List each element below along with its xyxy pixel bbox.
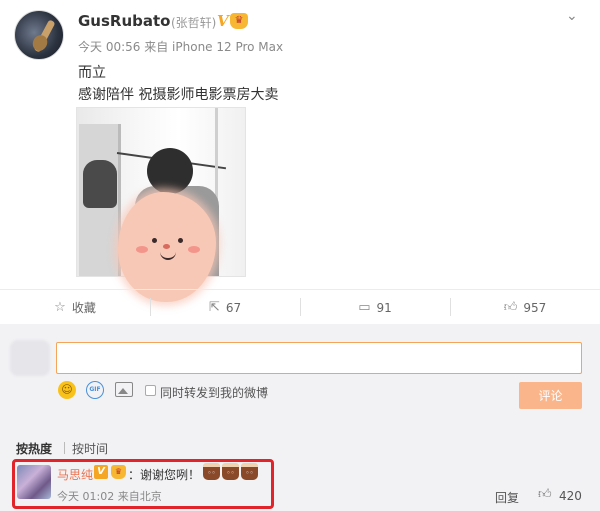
comment-meta: 今天 01:02 来自北京 [57,488,162,504]
repost-checkbox[interactable] [145,385,156,396]
verified-badge-icon: V [217,12,229,30]
member-crown-icon: ♛ [111,465,126,479]
thumb-up-icon[interactable]: 👍︎ [538,487,552,502]
repost-button[interactable]: ⇱ 67 [150,290,300,325]
favorite-button[interactable]: ☆ 收藏 [0,290,150,325]
repost-count: 67 [225,300,242,315]
comment-input[interactable] [56,342,582,374]
thumb-up-icon: 👍︎ [503,300,518,315]
favorite-label: 收藏 [71,301,96,315]
member-crown-icon: ♛ [230,13,248,29]
verified-badge-icon: V [94,465,108,479]
post-meta: 今天 00:56 来自 iPhone 12 Pro Max [78,38,283,55]
comment-text: ：谢谢您咧！ [128,468,201,482]
post-text-line2: 感谢陪伴 祝摄影师电影票房大卖 [78,87,279,103]
image-icon[interactable] [115,382,133,397]
comment-count: 91 [376,300,392,315]
gif-icon[interactable]: GIF [86,381,104,399]
submit-comment-button[interactable]: 评论 [519,382,582,409]
repost-icon: ⇱ [208,300,220,315]
sort-by-hot-tab[interactable]: 按热度 [16,440,52,457]
post-time[interactable]: 今天 00:56 [78,40,140,54]
divider [64,442,65,454]
comment-time: 今天 01:02 [57,490,115,503]
commenter-name[interactable]: 马思纯 [57,466,93,483]
chevron-down-icon[interactable]: ⌄ [566,8,578,24]
commenter-avatar[interactable] [17,465,51,499]
author-username[interactable]: GusRubato [78,12,170,30]
comment-source: 来自北京 [117,490,162,503]
emoji-icon[interactable]: ☺ [58,381,76,399]
reply-button[interactable]: 回复 [495,489,519,506]
post-source: 来自 iPhone 12 Pro Max [144,40,284,54]
cake-emoji-group: ◦◦ ◦◦ ◦◦ [203,463,258,480]
like-count: 957 [523,300,547,315]
current-user-avatar [10,340,50,376]
face-sticker [118,192,216,302]
repost-option-label[interactable]: 同时转发到我的微博 [160,384,268,401]
like-button[interactable]: 👍︎ 957 [450,290,600,325]
cake-icon: ◦◦ [203,463,220,480]
sort-by-time-tab[interactable]: 按时间 [72,440,108,457]
star-icon: ☆ [54,300,66,315]
comment-button[interactable]: ▭ 91 [300,290,450,325]
author-avatar[interactable] [14,10,64,60]
comment-icon: ▭ [358,300,371,315]
post-action-bar: ☆ 收藏 ⇱ 67 ▭ 91 👍︎ 957 [0,289,600,324]
post-text-line1: 而立 [78,65,106,81]
cake-icon: ◦◦ [241,463,258,480]
comment-like-count: 420 [559,489,582,503]
author-realname: (张哲轩) [171,16,217,30]
cake-icon: ◦◦ [222,463,239,480]
